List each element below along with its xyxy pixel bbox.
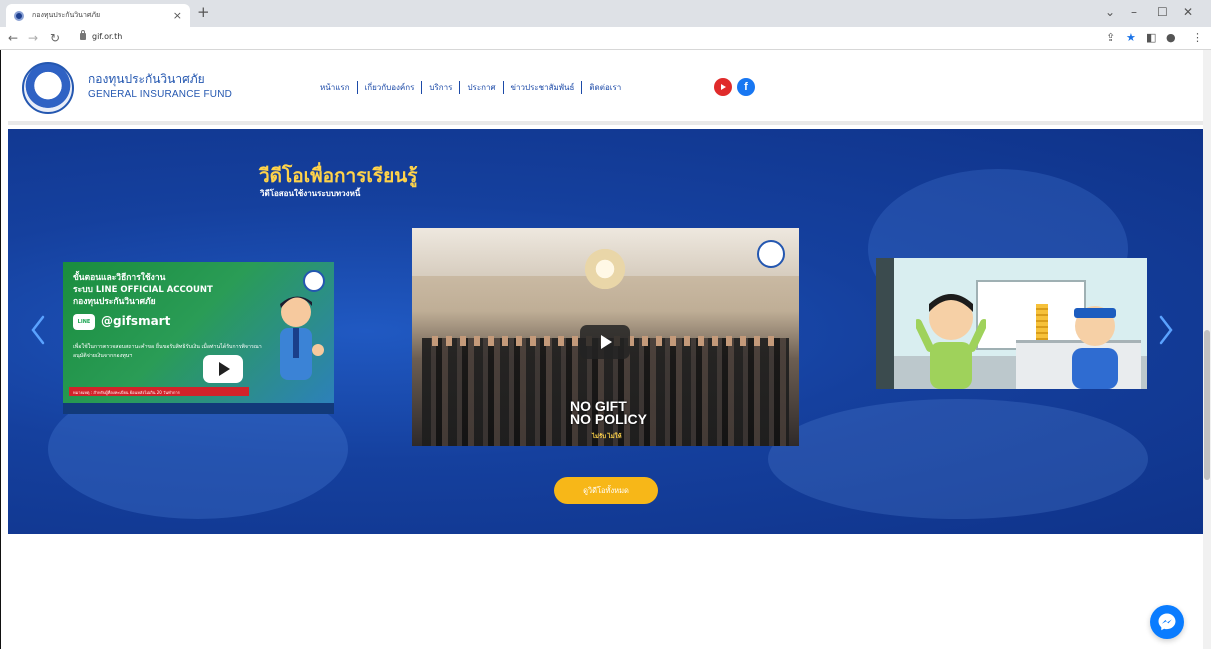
browser-tab[interactable]: กองทุนประกันวินาศภัย × — [6, 4, 190, 27]
tab-close-icon[interactable]: × — [173, 9, 182, 22]
address-bar: ← → ↻ gif.or.th ⇪ ★ ◧ ● ⋮ — [0, 27, 1211, 50]
section-subtitle: วิดีโอสอนใช้งานระบบทวงหนี้ — [260, 189, 361, 198]
chandelier-image — [577, 246, 633, 292]
logo-mark-icon: S — [42, 78, 54, 98]
url-text: gif.or.th — [92, 32, 123, 41]
share-icon[interactable]: ⇪ — [1106, 31, 1115, 45]
tab-title: กองทุนประกันวินาศภัย — [32, 11, 101, 19]
nav-news[interactable]: ข่าวประชาสัมพันธ์ — [504, 81, 582, 94]
thumb-note: หมายเหตุ : สำหรับผู้ที่ลงทะเบียน ย้อนหลั… — [69, 387, 249, 396]
coin-stack-image — [1036, 304, 1048, 342]
back-icon[interactable]: ← — [8, 31, 18, 45]
side-panel-icon[interactable]: ◧ — [1146, 31, 1156, 45]
scrollbar-thumb[interactable] — [1204, 330, 1210, 480]
video-thumbnail-animation[interactable] — [876, 258, 1147, 389]
forward-icon[interactable]: → — [28, 31, 38, 45]
lock-icon — [80, 30, 86, 40]
line-icon: LINE — [73, 314, 95, 330]
messenger-chat-icon[interactable] — [1150, 605, 1184, 639]
tab-search-icon[interactable]: ⌄ — [1105, 5, 1115, 19]
new-tab-button[interactable]: + — [197, 5, 210, 20]
site-header: S กองทุนประกันวินาศภัย GENERAL INSURANCE… — [8, 50, 1203, 125]
background-shape — [768, 399, 1148, 519]
video-section: วีดีโอเพื่อการเรียนรู้ วิดีโอสอนใช้งานระ… — [8, 129, 1203, 534]
view-all-videos-button[interactable]: ดูวิดีโอทั้งหมด — [554, 477, 658, 504]
brand-name-thai: กองทุนประกันวินาศภัย — [88, 72, 205, 86]
messenger-bolt-icon — [1158, 613, 1176, 631]
site-favicon-icon — [14, 10, 24, 21]
nav-services[interactable]: บริการ — [422, 81, 459, 94]
thumb-footer — [63, 403, 334, 414]
minimize-button[interactable]: – — [1131, 5, 1137, 19]
bookshelf-image — [876, 258, 894, 389]
cartoon-officer-illustration — [1072, 306, 1118, 389]
reload-icon[interactable]: ↻ — [50, 31, 60, 45]
cartoon-staff-illustration — [280, 296, 324, 380]
page-scrollbar[interactable] — [1203, 50, 1211, 649]
brand-name-english: GENERAL INSURANCE FUND — [88, 89, 233, 100]
browser-tab-bar: กองทุนประกันวินาศภัย × + ⌄ – ☐ ✕ — [0, 0, 1211, 27]
bookmark-star-icon[interactable]: ★ — [1126, 31, 1136, 45]
maximize-button[interactable]: ☐ — [1157, 5, 1168, 19]
gif-logo[interactable]: S — [22, 62, 74, 114]
nav-contact[interactable]: ติดต่อเรา — [582, 81, 628, 94]
thumb-text: กองทุนประกันวินาศภัย — [73, 297, 156, 307]
nav-home[interactable]: หน้าแรก — [313, 81, 357, 94]
menu-dots-icon[interactable]: ⋮ — [1192, 31, 1203, 45]
play-button-icon[interactable] — [203, 355, 243, 383]
nav-announcements[interactable]: ประกาศ — [460, 81, 502, 94]
gif-logo-icon — [757, 240, 785, 268]
carousel-prev-icon[interactable] — [30, 315, 46, 345]
gif-logo-icon — [303, 270, 325, 292]
facebook-icon[interactable]: f — [737, 78, 755, 96]
no-gift-subtitle: ไม่รับ ไม่ให้ — [592, 434, 622, 440]
play-button-icon[interactable] — [580, 325, 630, 359]
no-gift-policy-logo: NO GIFT NO POLICY — [570, 398, 648, 427]
line-handle: @gifsmart — [101, 314, 171, 328]
youtube-icon[interactable] — [714, 78, 732, 96]
main-nav: หน้าแรก เกี่ยวกับองค์กร บริการ ประกาศ ข่… — [313, 81, 628, 94]
url-field[interactable]: gif.or.th — [80, 30, 123, 41]
carousel-next-icon[interactable] — [1158, 315, 1174, 345]
video-thumbnail-no-gift-policy[interactable]: NO GIFT NO POLICY ไม่รับ ไม่ให้ — [412, 228, 799, 446]
cartoon-man-illustration — [916, 294, 986, 389]
profile-icon[interactable]: ● — [1166, 31, 1176, 45]
video-thumbnail-line-oa[interactable]: ขั้นตอนและวิธีการใช้งาน ระบบ LINE OFFICI… — [63, 262, 334, 414]
close-window-button[interactable]: ✕ — [1183, 5, 1193, 19]
nav-about[interactable]: เกี่ยวกับองค์กร — [358, 81, 422, 94]
page-edge — [0, 50, 8, 649]
